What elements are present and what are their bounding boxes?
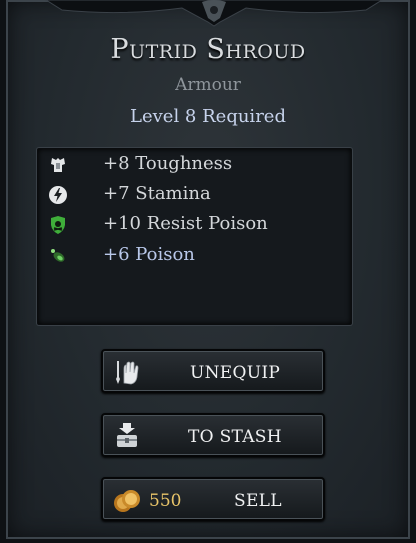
hand-dagger-icon [116, 361, 139, 385]
sell-label: SELL [234, 491, 282, 511]
poison-vial-icon [51, 249, 65, 262]
stat-row: +8 Toughness [38, 152, 351, 178]
stats-box: +8 Toughness +7 Stamina +10 Resist Poiso… [37, 148, 352, 325]
stash-label: TO STASH [188, 427, 282, 447]
level-requirement: Level 8 Required [130, 106, 286, 127]
stat-row: +6 Poison [38, 243, 351, 269]
sell-price: 550 [149, 491, 182, 511]
sell-button[interactable]: 550 SELL [101, 477, 325, 521]
to-stash-button[interactable]: TO STASH [101, 413, 325, 457]
stat-row: +7 Stamina [38, 182, 351, 208]
stat-row: +10 Resist Poison [38, 212, 351, 238]
stat-text: +7 Stamina [103, 183, 211, 204]
gold-coins-icon [114, 490, 140, 512]
armour-icon [51, 158, 65, 172]
unequip-button[interactable]: UNEQUIP [101, 349, 325, 393]
stat-text: +8 Toughness [103, 153, 233, 174]
stat-text: +10 Resist Poison [103, 213, 268, 234]
stash-chest-icon [117, 423, 137, 447]
poison-shield-icon [51, 216, 65, 234]
lightning-icon [49, 186, 67, 204]
item-tooltip-panel: Putrid Shroud Armour Level 8 Required +8… [0, 0, 416, 543]
item-type: Armour [175, 75, 241, 95]
unequip-label: UNEQUIP [190, 363, 281, 383]
top-ornament-icon [45, 0, 383, 27]
stat-text: +6 Poison [103, 244, 195, 265]
item-name: Putrid Shroud [110, 34, 306, 65]
